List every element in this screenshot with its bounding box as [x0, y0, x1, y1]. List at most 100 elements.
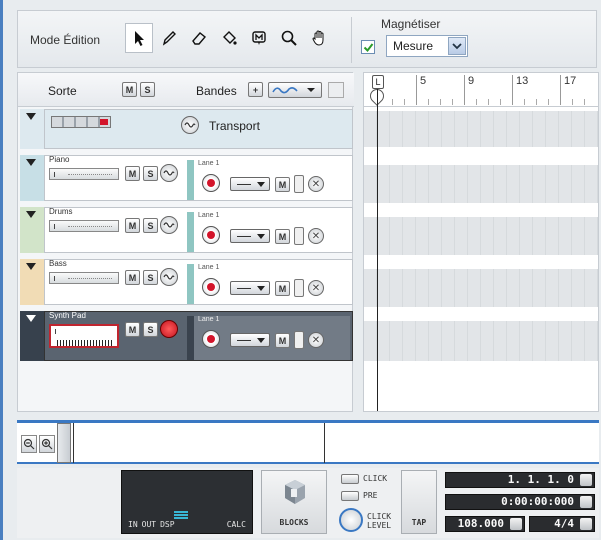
fold-triangle-icon[interactable]	[20, 259, 44, 305]
delete-lane-icon[interactable]: ✕	[308, 176, 324, 192]
click-level-knob[interactable]	[339, 508, 363, 532]
delete-lane-icon[interactable]: ✕	[308, 280, 324, 296]
record-button[interactable]	[202, 330, 220, 348]
lane-dropdown[interactable]	[230, 177, 270, 191]
lane-level[interactable]	[294, 227, 304, 245]
add-lane-button[interactable]: +	[248, 82, 263, 97]
record-button[interactable]	[202, 226, 220, 244]
mute-button[interactable]: M	[125, 322, 140, 337]
zoom-out-button[interactable]	[21, 435, 37, 453]
solo-button[interactable]: S	[143, 322, 158, 337]
overview-track[interactable]	[73, 423, 593, 463]
lane-dropdown[interactable]	[230, 229, 270, 243]
track-synth-pad[interactable]: Synth Pad M S Lane 1 M ✕	[20, 311, 353, 361]
timeline-lane-synth-pad[interactable]	[364, 321, 598, 361]
mute-button[interactable]: M	[125, 270, 140, 285]
fold-triangle-icon[interactable]	[20, 311, 44, 361]
volume-slider[interactable]	[49, 220, 119, 232]
track-transport[interactable]: Transport	[20, 109, 353, 149]
global-solo-button[interactable]: S	[140, 82, 155, 97]
arrow-tool-button[interactable]	[125, 23, 153, 53]
in-label: IN	[128, 520, 138, 529]
lane-mute-button[interactable]: M	[275, 281, 290, 296]
record-button[interactable]	[202, 278, 220, 296]
instrument-icon[interactable]	[160, 216, 178, 234]
lane-dropdown[interactable]	[230, 333, 270, 347]
overview-position-marker[interactable]	[324, 423, 325, 463]
magnet-select[interactable]: Mesure	[386, 35, 468, 57]
delete-lane-icon[interactable]: ✕	[308, 332, 324, 348]
record-button[interactable]	[202, 174, 220, 192]
zoom-handle[interactable]	[57, 423, 71, 463]
click-toggle[interactable]	[341, 474, 359, 484]
lane-level[interactable]	[294, 279, 304, 297]
solo-button[interactable]: S	[143, 270, 158, 285]
beat-tick	[452, 99, 453, 105]
volume-slider[interactable]	[49, 272, 119, 284]
tempo-display[interactable]: 108.000	[445, 516, 525, 532]
fold-triangle-icon[interactable]	[20, 207, 44, 253]
loop-marker-icon[interactable]: L	[372, 75, 384, 89]
instrument-icon[interactable]	[160, 164, 178, 182]
zoom-in-button[interactable]	[39, 435, 55, 453]
pencil-tool-button[interactable]	[155, 23, 183, 53]
tool-group	[125, 23, 333, 53]
tap-button[interactable]: TAP	[401, 470, 437, 534]
timeline-lane-drums[interactable]	[364, 217, 598, 255]
mode-label: Mode Édition	[30, 33, 101, 47]
delete-lane-icon[interactable]: ✕	[308, 228, 324, 244]
eraser-icon	[192, 32, 207, 45]
fold-triangle-icon[interactable]	[20, 109, 44, 149]
global-mute-button[interactable]: M	[122, 82, 137, 97]
sequencer-timeline[interactable]: L 5 9 13 17	[363, 72, 599, 412]
instrument-record-icon[interactable]	[160, 320, 178, 338]
spinner-icon[interactable]	[580, 474, 592, 486]
spinner-icon[interactable]	[580, 518, 592, 530]
hand-tool-button[interactable]	[305, 23, 333, 53]
marker-tool-button[interactable]	[245, 23, 273, 53]
volume-slider[interactable]	[49, 168, 119, 180]
lane-name: Lane 1	[198, 316, 220, 323]
lane-mute-button[interactable]: M	[275, 229, 290, 244]
playhead-line[interactable]	[377, 89, 378, 411]
bar-tick	[512, 75, 513, 105]
fold-triangle-icon[interactable]	[20, 155, 44, 201]
mute-button[interactable]: M	[125, 218, 140, 233]
lane-level[interactable]	[294, 175, 304, 193]
blocks-button[interactable]: BLOCKS	[261, 470, 327, 534]
lane-dropdown[interactable]	[230, 281, 270, 295]
solo-button[interactable]: S	[143, 166, 158, 181]
mute-button[interactable]: M	[125, 166, 140, 181]
timeline-lane-transport[interactable]	[364, 111, 598, 147]
keyboard-volume-slider[interactable]	[49, 324, 119, 348]
spinner-icon[interactable]	[580, 496, 592, 508]
track-name: Piano	[49, 155, 70, 164]
beat-tick	[500, 99, 501, 105]
bar-position-display[interactable]: 1. 1. 1. 0	[445, 472, 595, 488]
solo-button[interactable]: S	[143, 218, 158, 233]
magnet-checkbox[interactable]	[361, 40, 375, 54]
time-display[interactable]: 0:00:00:000	[445, 494, 595, 510]
lane-type-dropdown[interactable]	[268, 82, 322, 98]
arrow-icon	[135, 31, 144, 46]
time-signature-display[interactable]: 4/4	[529, 516, 595, 532]
magnifier-icon	[281, 30, 297, 46]
lane-mute-button[interactable]: M	[275, 177, 290, 192]
lane-level[interactable]	[294, 331, 304, 349]
lane-options-button[interactable]	[328, 82, 344, 98]
paint-tool-button[interactable]	[215, 23, 243, 53]
track-drums[interactable]: Drums M S Lane 1 M ✕	[20, 207, 353, 253]
eraser-tool-button[interactable]	[185, 23, 213, 53]
track-piano[interactable]: Piano M S Lane 1 M ✕	[20, 155, 353, 201]
instrument-icon[interactable]	[160, 268, 178, 286]
track-bass[interactable]: Bass M S Lane 1 M ✕	[20, 259, 353, 305]
timeline-lane-bass[interactable]	[364, 269, 598, 307]
spinner-icon[interactable]	[510, 518, 522, 530]
transport-bar: IN OUT DSP CALC BLOCKS CLICK PRE CLICK L…	[17, 468, 599, 538]
bar-ruler[interactable]: L 5 9 13 17	[364, 73, 598, 107]
pencil-icon	[162, 31, 176, 46]
timeline-lane-piano[interactable]	[364, 165, 598, 203]
zoom-tool-button[interactable]	[275, 23, 303, 53]
pre-toggle[interactable]	[341, 491, 359, 501]
lane-mute-button[interactable]: M	[275, 333, 290, 348]
